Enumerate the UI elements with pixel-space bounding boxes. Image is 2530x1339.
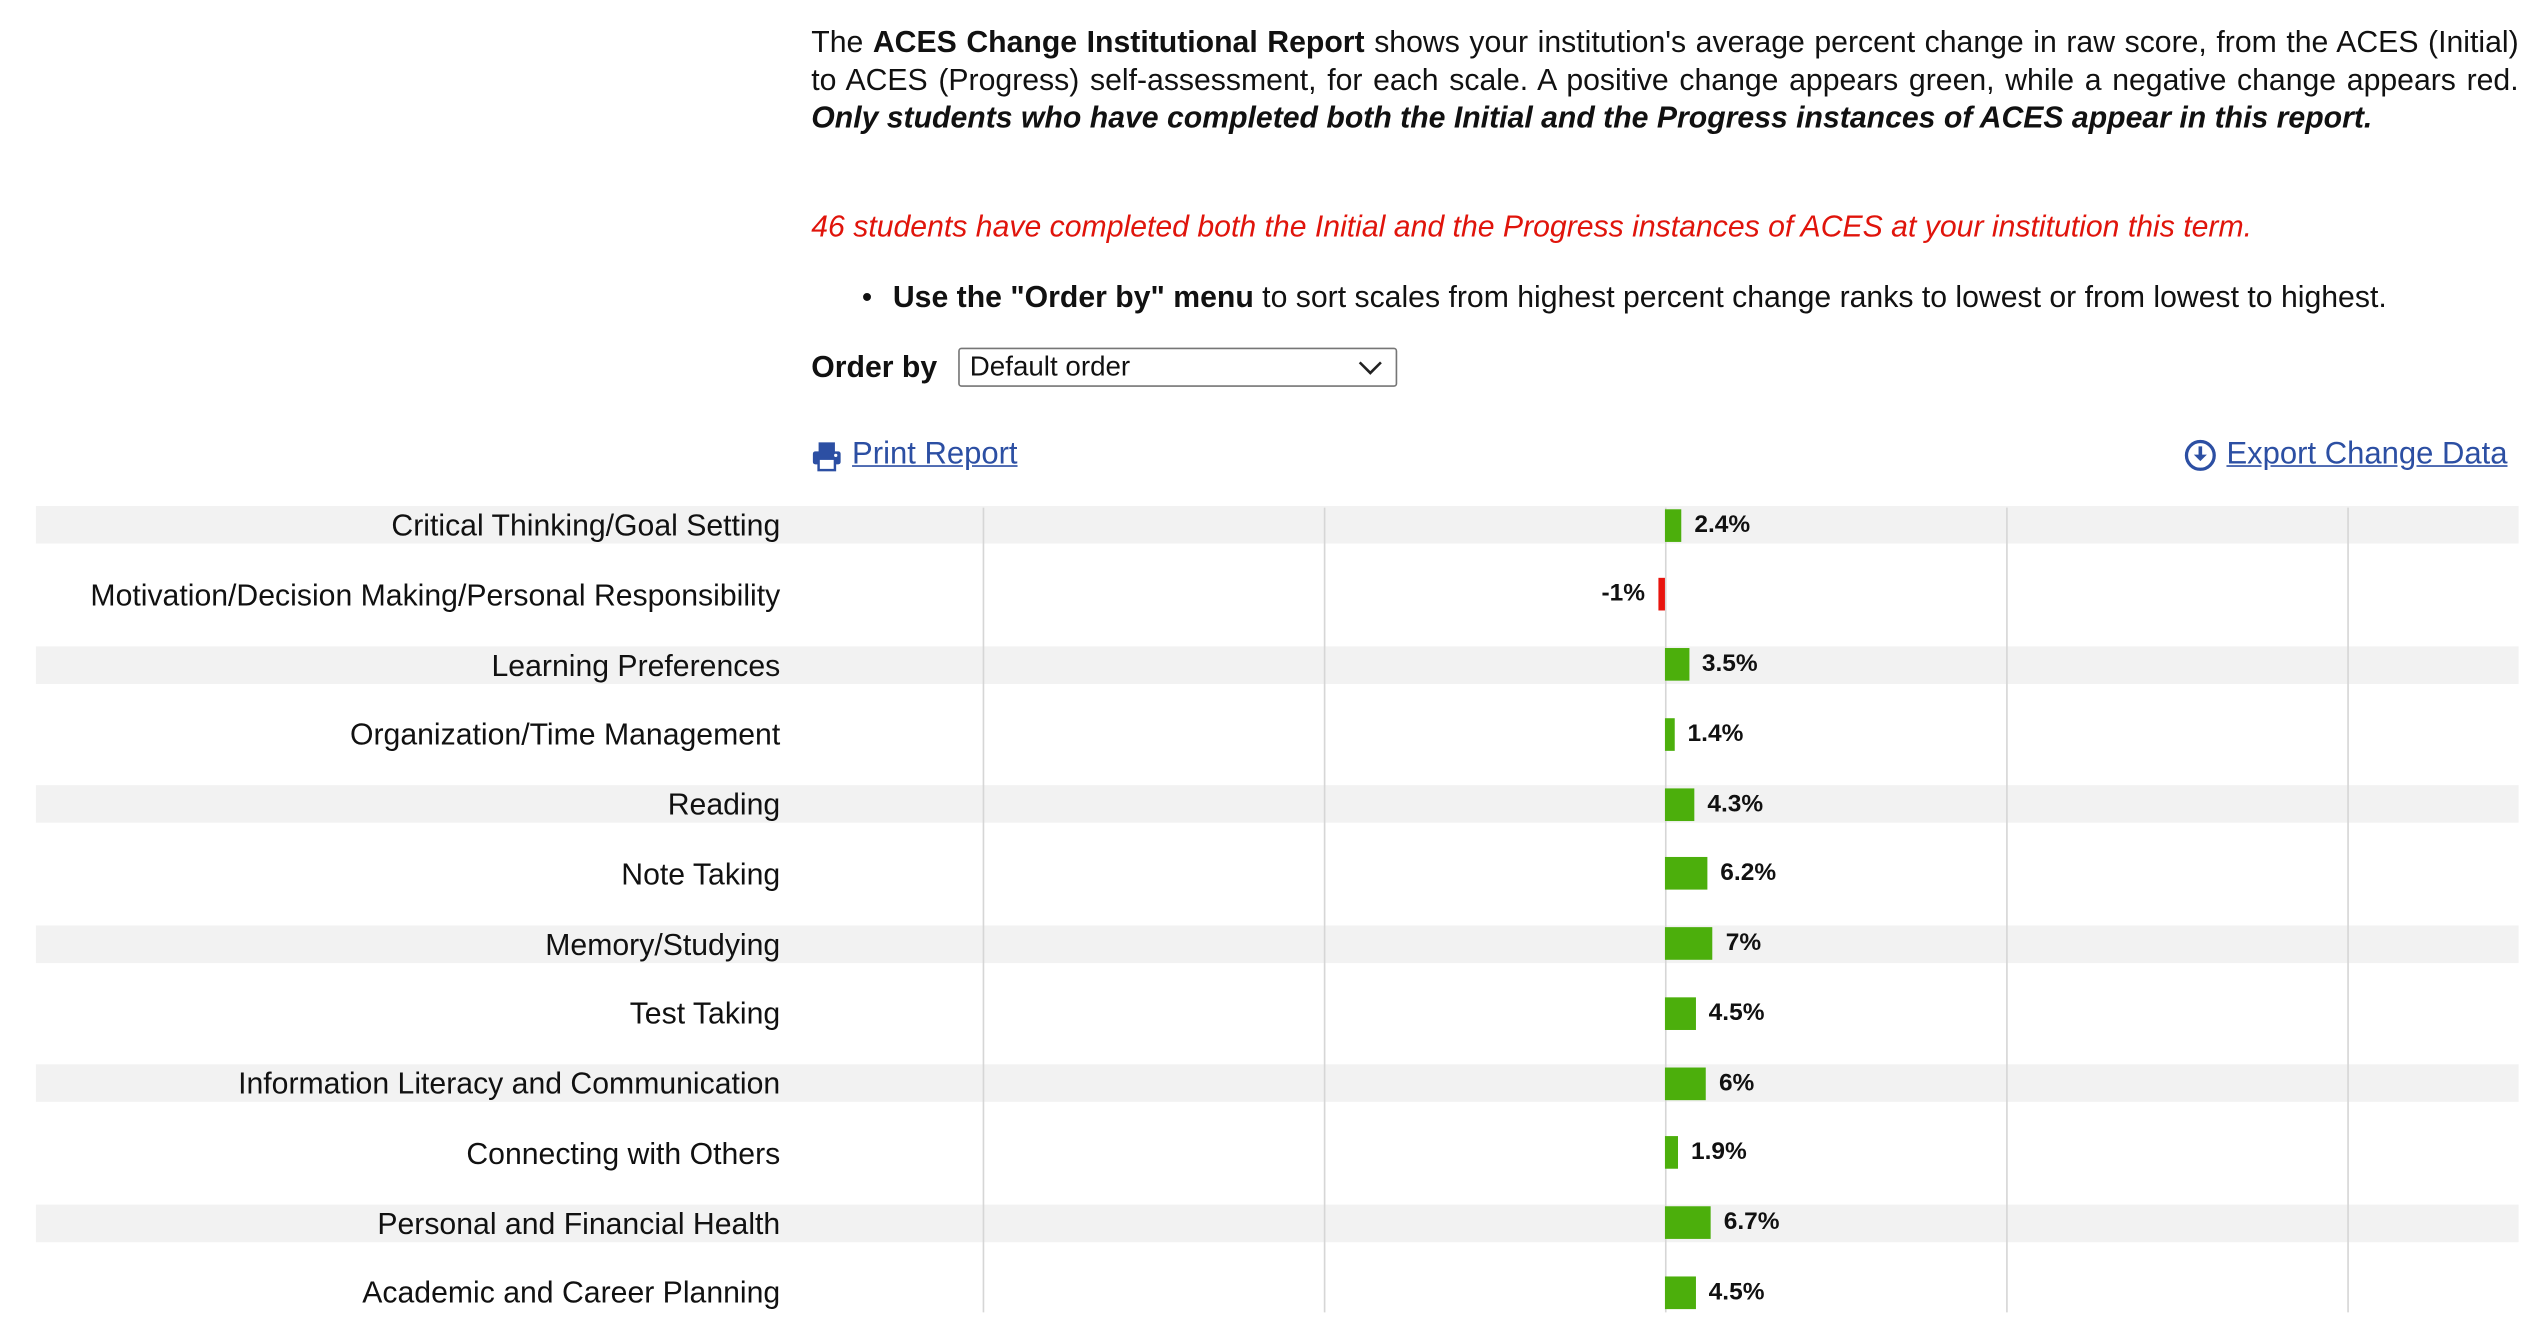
chart-gridline bbox=[2347, 507, 2349, 1313]
change-bar bbox=[1658, 578, 1665, 611]
scale-label: Organization/Time Management bbox=[349, 716, 781, 752]
export-change-data-link[interactable]: Export Change Data bbox=[2184, 434, 2507, 476]
change-value-label: -1% bbox=[1601, 579, 1646, 608]
change-bar bbox=[1664, 1276, 1696, 1309]
change-bar bbox=[1664, 857, 1708, 891]
intro-text-start: The bbox=[811, 24, 873, 59]
change-value-label: 4.5% bbox=[1708, 1277, 1765, 1306]
change-value-label: 3.5% bbox=[1701, 649, 1758, 678]
scale-label: Note Taking bbox=[621, 856, 781, 891]
bullet-icon: • bbox=[861, 280, 873, 314]
change-value-label: 6.2% bbox=[1720, 858, 1777, 887]
chart-gridline bbox=[982, 507, 985, 1313]
change-value-label: 4.3% bbox=[1707, 789, 1764, 817]
scale-label: Learning Preferences bbox=[491, 647, 781, 682]
row-band bbox=[35, 785, 2519, 823]
print-report-label: Print Report bbox=[852, 437, 1018, 472]
order-by-label: Order by bbox=[811, 349, 938, 384]
order-by-select[interactable]: Default order bbox=[958, 347, 1398, 387]
scale-label: Information Literacy and Communication bbox=[238, 1065, 781, 1101]
change-bar bbox=[1664, 996, 1696, 1030]
change-bar bbox=[1664, 1206, 1711, 1239]
completion-notice: 46 students have completed both the Init… bbox=[811, 208, 2253, 244]
intro-emphasis: Only students who have completed both th… bbox=[811, 99, 2373, 134]
change-bar bbox=[1664, 787, 1695, 821]
scale-label: Reading bbox=[667, 786, 781, 822]
scale-label: Personal and Financial Health bbox=[377, 1205, 781, 1240]
change-bar bbox=[1664, 508, 1682, 542]
change-bar bbox=[1664, 1136, 1678, 1170]
change-value-label: 4.5% bbox=[1708, 998, 1765, 1027]
order-by-tip: • Use the "Order by" menu to sort scales … bbox=[862, 277, 2387, 316]
change-value-label: 6.7% bbox=[1723, 1207, 1780, 1236]
scale-label: Test Taking bbox=[629, 996, 781, 1031]
download-circle-icon bbox=[2184, 439, 2217, 472]
scale-label: Critical Thinking/Goal Setting bbox=[391, 507, 781, 542]
change-value-label: 2.4% bbox=[1694, 510, 1751, 538]
tip-bold-text: Use the "Order by" menu bbox=[892, 279, 1254, 314]
change-value-label: 1.4% bbox=[1687, 719, 1744, 748]
printer-icon bbox=[811, 440, 842, 471]
change-value-label: 6% bbox=[1718, 1068, 1755, 1097]
chevron-down-icon bbox=[1358, 360, 1383, 375]
row-band bbox=[35, 924, 2519, 963]
change-value-label: 7% bbox=[1725, 928, 1762, 957]
chart-gridline bbox=[1664, 507, 1667, 1313]
order-by-selected-value: Default order bbox=[969, 350, 1131, 382]
change-bar bbox=[1664, 648, 1689, 681]
print-report-link[interactable]: Print Report bbox=[811, 434, 1018, 476]
chart-gridline bbox=[2006, 507, 2008, 1313]
change-bar bbox=[1664, 1066, 1706, 1100]
row-band bbox=[35, 645, 2519, 684]
scale-label: Connecting with Others bbox=[466, 1135, 781, 1170]
scale-label: Memory/Studying bbox=[545, 926, 781, 961]
scale-label: Academic and Career Planning bbox=[362, 1275, 781, 1310]
tip-text: to sort scales from highest percent chan… bbox=[1253, 279, 2387, 314]
change-bar bbox=[1664, 927, 1713, 960]
chart-gridline bbox=[1323, 507, 1326, 1313]
change-bar bbox=[1664, 717, 1675, 751]
report-description: The ACES Change Institutional Report sho… bbox=[811, 23, 2518, 136]
change-value-label: 1.9% bbox=[1690, 1138, 1747, 1166]
report-page: The ACES Change Institutional Report sho… bbox=[0, 0, 2530, 1338]
export-change-data-label: Export Change Data bbox=[2226, 437, 2508, 472]
scale-label: Motivation/Decision Making/Personal Resp… bbox=[90, 577, 781, 612]
order-by-control: Order by Default order bbox=[811, 346, 1398, 388]
report-name: ACES Change Institutional Report bbox=[872, 24, 1365, 59]
